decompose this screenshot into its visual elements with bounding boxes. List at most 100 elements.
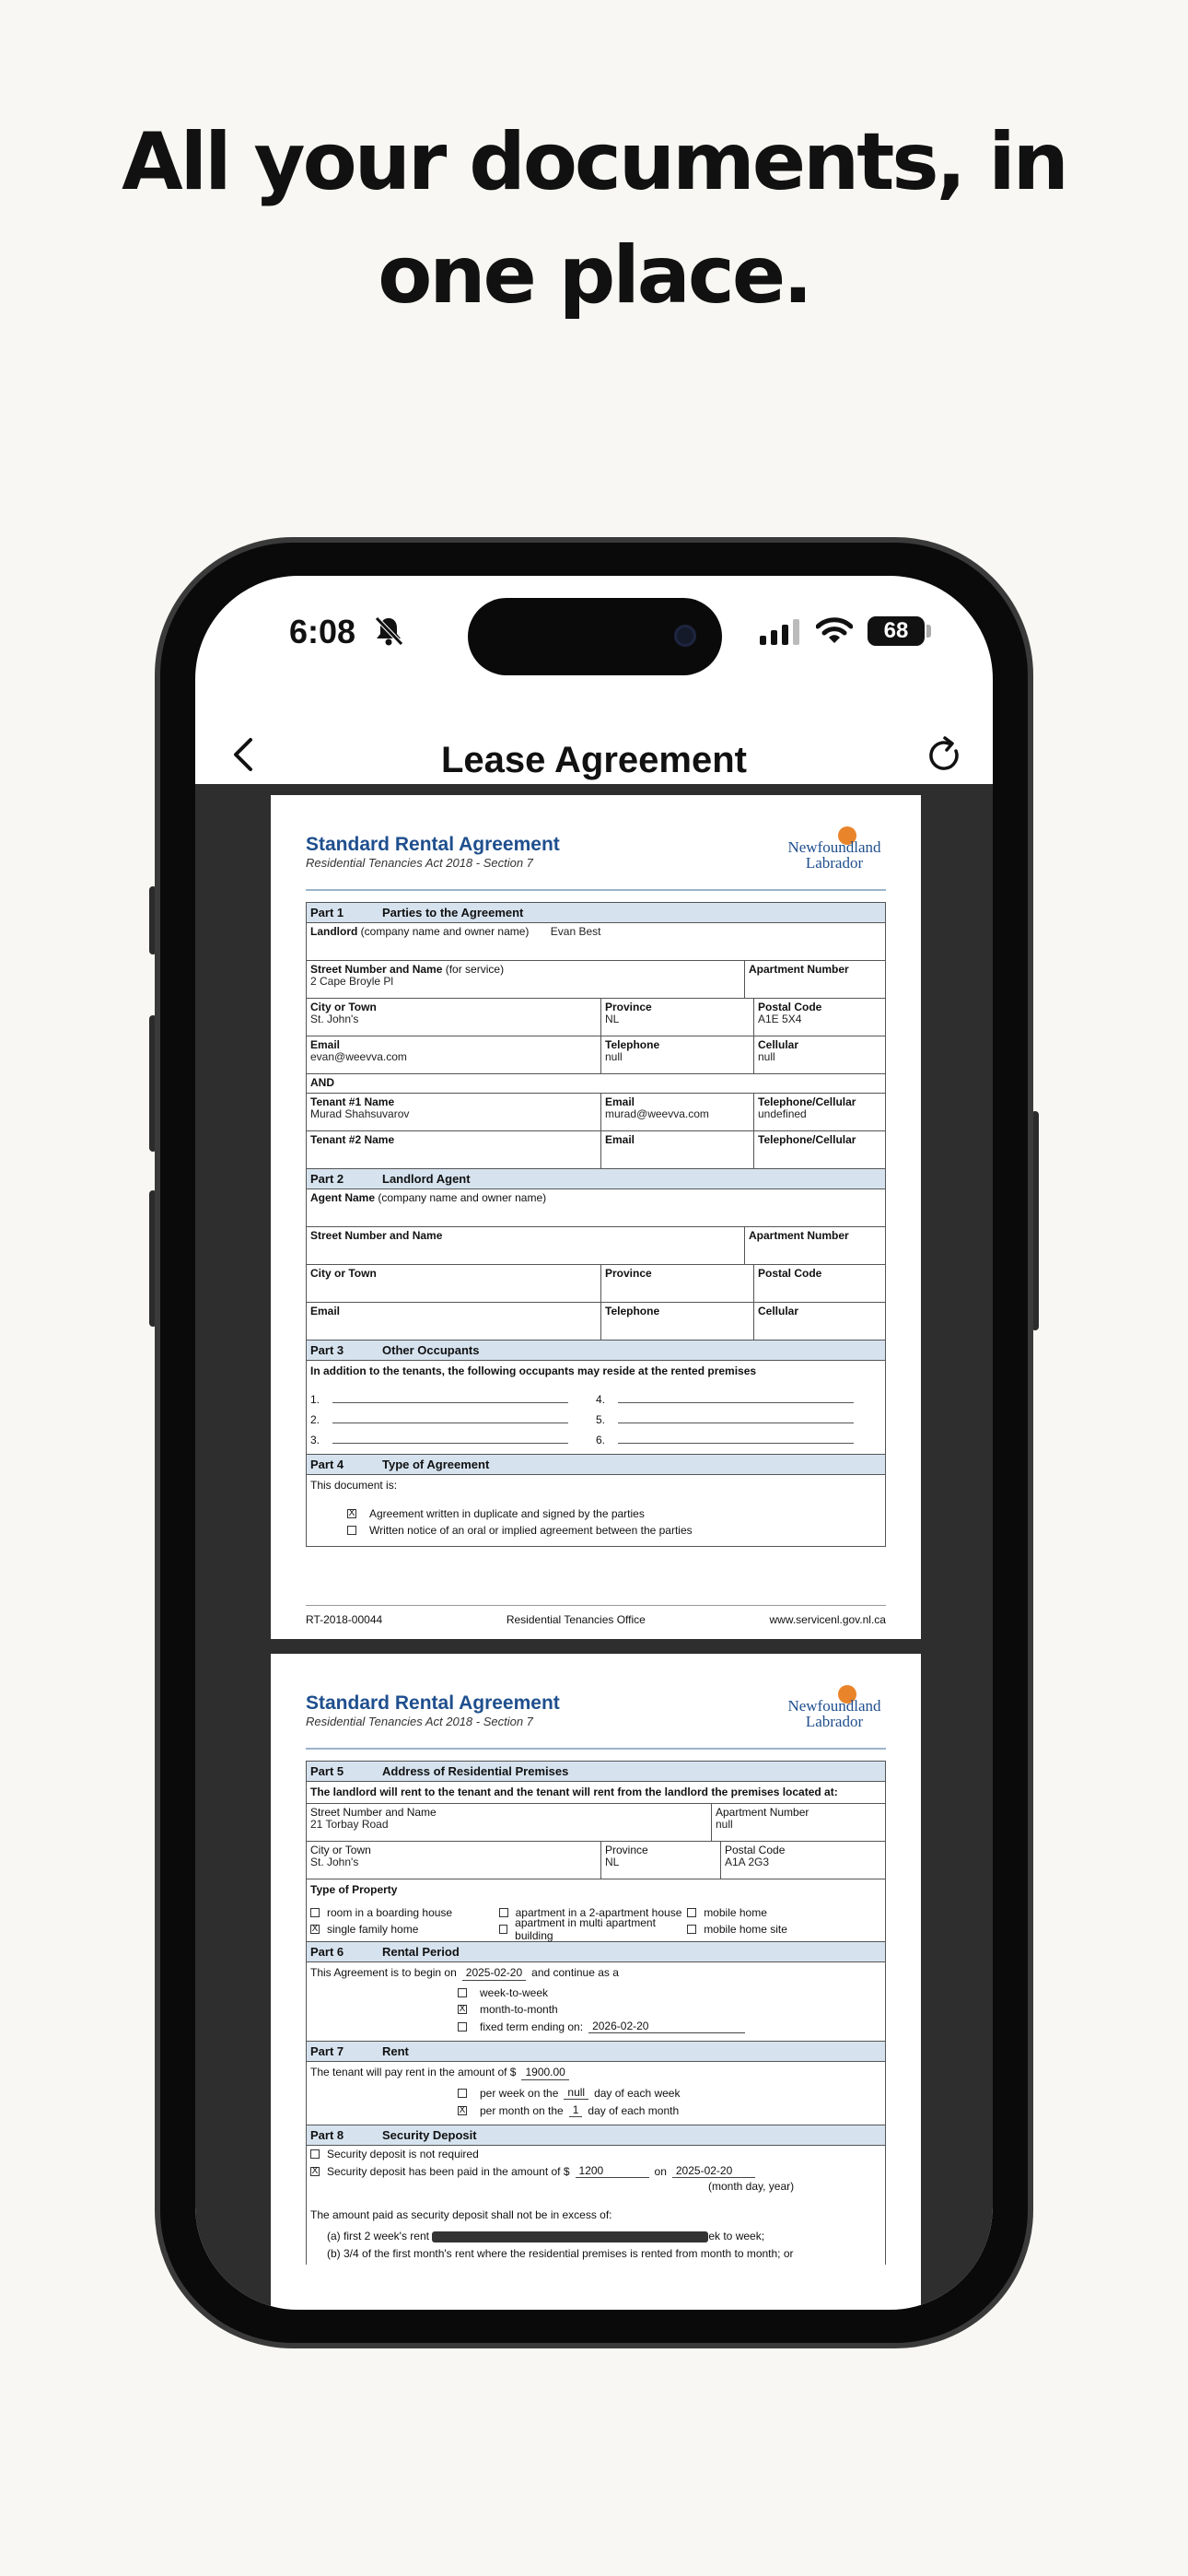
property-type-option: mobile home [687,1904,876,1921]
form-row: Agent Name (company name and owner name) [307,1189,885,1227]
rent-month-option: Xper month on the 1 day of each month [458,2103,680,2117]
property-type-option: Xsingle family home [310,1923,419,1936]
form-row: City or Town St. John's Province NL Postal… [307,1842,885,1879]
occupant-line: 2. [310,1406,596,1426]
agreement-intro: This document is: [310,1479,398,1492]
tenant2-email-field: Email [601,1131,754,1168]
rental-begin-line: This Agreement is to begin on 2025-02-20 a… [310,1966,619,1981]
tenant1-phone-field: Telephone/Cellular undefined [758,1095,856,1120]
agent-cellular-field: Cellular [758,1305,799,1317]
occupant-line: 4. [596,1386,881,1406]
agent-apartment-field: Apartment Number [749,1229,849,1242]
section-part-7: Part 7 Rent The tenant will pay rent in t… [306,2042,886,2125]
document-subtitle: Residential Tenancies Act 2018 - Section… [306,1715,533,1728]
document-page-2: Standard Rental Agreement Residential Te… [271,1654,921,2310]
street-field: Street Number and Name (for service) 2 Ca… [307,961,745,998]
agent-telephone-field: Telephone [601,1303,754,1340]
deposit-limit-text: The amount paid as security deposit shal… [310,2208,612,2221]
form-row: Tenant #2 Name Email Telephone/Cellular [307,1131,885,1168]
headline: All your documents, in one place. [122,116,1069,322]
occupant-line: 3. [310,1426,596,1446]
agent-name-field: Agent Name (company name and owner name) [310,1191,547,1204]
occupant-line: 1. [310,1386,596,1406]
rent-amount-line: The tenant will pay rent in the amount o… [307,2062,885,2084]
section-header: Part 1 Parties to the Agreement [307,903,885,923]
city-field: City or Town St. John's [307,999,601,1036]
phone-screen: 6:08 68 Lease Agreement Standard Rental [195,576,993,2310]
rental-period-option: Xmonth-to-month [458,2003,558,2016]
premises-intro: The landlord will rent to the tenant and… [307,1782,885,1804]
office-name: Residential Tenancies Office [506,1613,646,1626]
document-header: Standard Rental Agreement Residential Te… [306,1672,886,1750]
logo-line-2: Labrador [805,1713,864,1730]
section-header: Part 4 Type of Agreement [307,1455,885,1475]
document-viewer[interactable]: Standard Rental Agreement Residential Te… [195,784,993,2310]
document-title: Standard Rental Agreement [306,1692,560,1714]
telephone-field: Telephone null [601,1036,754,1073]
premises-city-field: City or Town St. John's [307,1842,601,1879]
dynamic-island [468,598,722,675]
occupant-line: 6. [596,1426,881,1446]
occupants-list: 1. 2. 3. 4. 5. 6. [307,1382,885,1454]
occupant-line: 5. [596,1406,881,1426]
form-row: Street Number and Name Apartment Number [307,1227,885,1265]
government-logo: Newfoundland Labrador [783,826,886,871]
agent-postal-field: Postal Code [758,1267,822,1280]
section-part-8: Part 8 Security Deposit Security deposit … [306,2125,886,2265]
section-header: Part 2 Landlord Agent [307,1169,885,1189]
logo-line-2: Labrador [805,854,864,872]
premises-apartment-field: Apartment Number null [716,1806,809,1831]
document-subtitle: Residential Tenancies Act 2018 - Section… [306,856,533,870]
form-row: City or Town St. John's Province NL Postal… [307,999,885,1036]
property-type-option: apartment in multi apartment building [498,1916,688,1942]
agent-province-field: Province [601,1265,754,1302]
tenant1-email-field: Email murad@weevva.com [601,1094,754,1130]
premises-province-field: Province NL [601,1842,721,1879]
postal-field: Postal Code A1E 5X4 [758,1001,822,1025]
document-footer: RT-2018-00044 Residential Tenancies Offi… [306,1605,886,1626]
form-row: Landlord (company name and owner name) E… [307,923,885,961]
property-type-option: mobile home site [687,1921,876,1938]
bell-slash-icon [375,616,403,646]
email-field: Email evan@weevva.com [307,1036,601,1073]
website: www.servicenl.gov.nl.ca [769,1613,886,1626]
section-part-2: Part 2 Landlord Agent Agent Name (company… [306,1169,886,1341]
form-row: Street Number and Name 21 Torbay Road Apa… [307,1804,885,1842]
logo-line-1: Newfoundland [787,838,881,856]
deposit-paid-option: X Security deposit has been paid in the a… [307,2162,885,2180]
agent-city-field: City or Town [307,1265,601,1302]
landlord-field: Landlord (company name and owner name) E… [310,925,601,938]
camera-icon [674,625,696,647]
deposit-limit-a: (a) first 2 week's rent ek to week; [327,2230,765,2242]
rent-week-option: per week on the null day of each week [307,2084,885,2102]
premises-street-field: Street Number and Name 21 Torbay Road [307,1804,712,1841]
section-header: Part 5 Address of Residential Premises [307,1762,885,1782]
tenant2-name-field: Tenant #2 Name [307,1131,601,1168]
form-row: Street Number and Name (for service) 2 Ca… [307,961,885,999]
section-part-3: Part 3 Other Occupants In addition to the… [306,1341,886,1455]
form-row: Tenant #1 Name Murad Shahsuvarov Email mur… [307,1094,885,1131]
government-logo: Newfoundland Labrador [783,1685,886,1729]
property-type-options: room in a boarding house apartment in a … [307,1901,885,1942]
and-label: AND [310,1076,334,1089]
agreement-option-oral: Written notice of an oral or implied agr… [307,1522,885,1546]
cellular-field: Cellular null [758,1038,799,1063]
deposit-limit-b: (b) 3/4 of the first month's rent where … [327,2247,794,2260]
apartment-field: Apartment Number [749,963,849,976]
occupants-intro: In addition to the tenants, the followin… [310,1364,757,1377]
reload-icon[interactable] [923,732,967,779]
status-time: 6:08 [289,613,356,650]
document-title: Standard Rental Agreement [306,834,560,855]
agent-email-field: Email [307,1303,601,1340]
form-code: RT-2018-00044 [306,1613,383,1626]
rental-period-option: fixed term ending on: 2026-02-20 [307,2018,885,2041]
logo-line-1: Newfoundland [787,1697,881,1715]
deposit-date-hint: (month day, year) [708,2180,795,2193]
rental-period-option: week-to-week [307,1985,885,2001]
checkbox: X [347,1508,356,1518]
form-row: Email Telephone Cellular [307,1303,885,1340]
wifi-icon [816,617,853,643]
form-row: AND [307,1074,885,1094]
property-type-option: room in a boarding house [310,1904,499,1921]
cellular-signal-icon [760,619,799,645]
